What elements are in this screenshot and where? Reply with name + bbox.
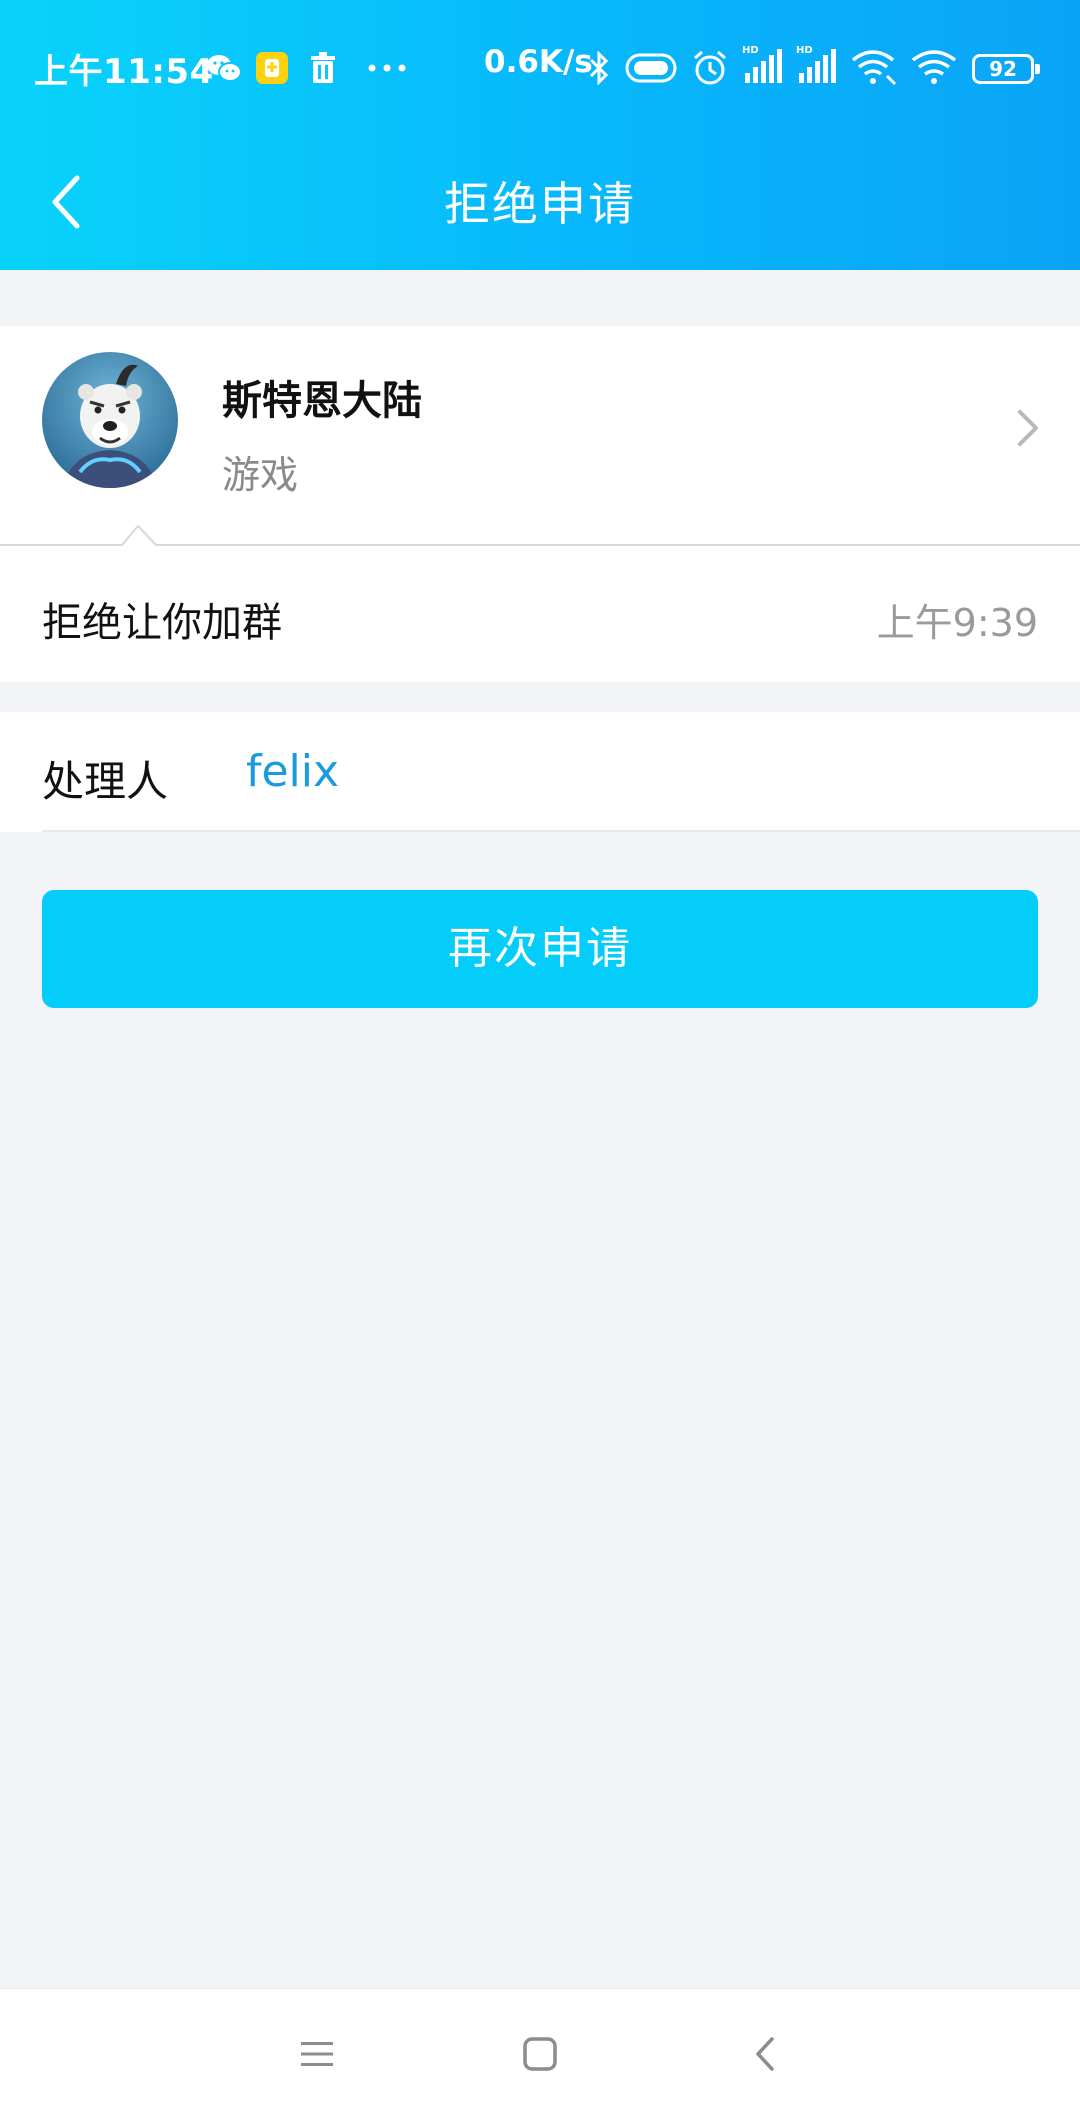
handler-label: 处理人	[42, 757, 169, 806]
status-bar: 上午11:54 0.6K/s HD HD 92	[0, 30, 1080, 110]
system-back-button[interactable]	[730, 2019, 800, 2089]
rejection-message-row: 拒绝让你加群 上午9:39	[0, 546, 1080, 682]
app-badge-icon	[254, 50, 290, 86]
wechat-icon	[204, 50, 244, 86]
chevron-right-icon	[1018, 410, 1038, 446]
group-name: 斯特恩大陆	[222, 378, 422, 424]
handler-row: 处理人 felix	[0, 712, 1080, 832]
trash-icon	[306, 50, 340, 86]
group-category: 游戏	[222, 453, 299, 497]
svg-text:HD: HD	[796, 45, 813, 56]
page-title: 拒绝申请	[444, 177, 636, 231]
status-time: 上午11:54	[34, 52, 214, 92]
signal-hd-1-icon: HD	[740, 42, 784, 86]
home-square-icon	[523, 2037, 557, 2071]
wifi-assist-icon	[850, 50, 900, 86]
message-time: 上午9:39	[876, 601, 1038, 645]
reapply-button[interactable]: 再次申请	[42, 890, 1038, 1008]
menu-icon	[301, 2042, 333, 2066]
row-divider	[42, 830, 1080, 832]
divider	[0, 524, 1080, 548]
rejection-message: 拒绝让你加群	[42, 600, 282, 646]
alarm-icon	[690, 50, 730, 86]
svg-text:HD: HD	[742, 45, 759, 56]
battery-icon: 92	[972, 54, 1040, 84]
home-button[interactable]	[505, 2019, 575, 2089]
signal-hd-2-icon: HD	[794, 42, 838, 86]
handler-link[interactable]: felix	[246, 746, 339, 797]
wifi-icon	[910, 50, 958, 86]
bluetooth-icon	[584, 50, 614, 86]
vibrate-icon	[624, 50, 678, 86]
system-nav-bar	[0, 1988, 1080, 2117]
menu-button[interactable]	[282, 2019, 352, 2089]
network-speed: 0.6K/s	[484, 44, 593, 80]
avatar	[42, 352, 178, 488]
app-header: 上午11:54 0.6K/s HD HD 92 拒绝申请	[0, 0, 1080, 270]
group-profile-card[interactable]: 斯特恩大陆 游戏	[0, 326, 1080, 544]
more-dots-icon	[364, 50, 410, 86]
back-chevron-icon	[756, 2037, 774, 2071]
